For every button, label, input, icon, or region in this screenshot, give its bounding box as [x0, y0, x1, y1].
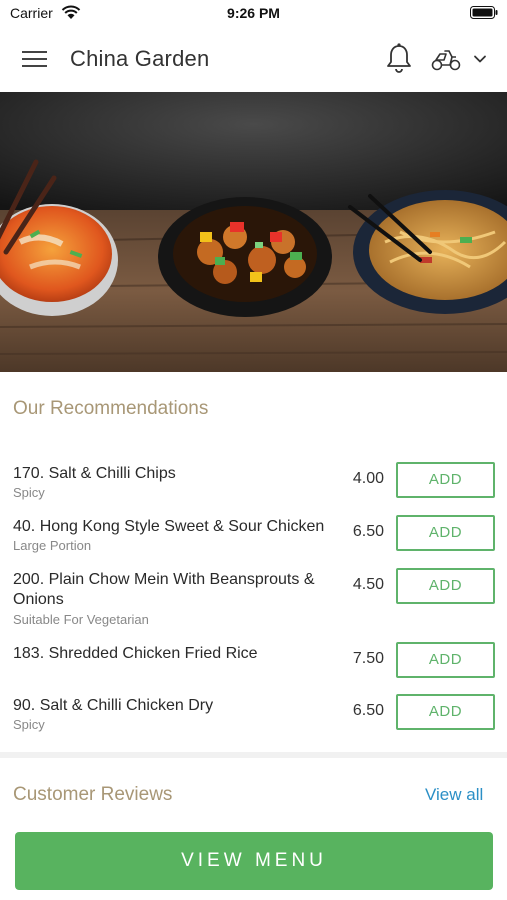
add-button[interactable]: ADD — [396, 462, 495, 498]
restaurant-title: China Garden — [70, 46, 210, 71]
item-price: 4.00 — [352, 470, 384, 487]
view-all-reviews-link[interactable]: View all — [425, 785, 483, 805]
item-price: 6.50 — [352, 523, 384, 540]
hamburger-menu-icon[interactable] — [22, 49, 48, 69]
view-menu-button[interactable]: VIEW MENU — [15, 832, 493, 890]
scooter-icon[interactable] — [430, 46, 462, 72]
add-button[interactable]: ADD — [396, 515, 495, 551]
item-note: Spicy — [13, 485, 45, 500]
item-price: 4.50 — [352, 576, 384, 593]
item-name: 200. Plain Chow Mein With Beansprouts & … — [13, 571, 315, 608]
status-bar: Carrier 9:26 PM — [0, 0, 507, 26]
item-name: 183. Shredded Chicken Fried Rice — [13, 645, 258, 662]
bell-icon[interactable] — [385, 42, 413, 74]
chevron-down-icon[interactable] — [472, 53, 488, 65]
clock-time: 9:26 PM — [227, 5, 280, 21]
battery-icon — [470, 6, 498, 19]
app-header: China Garden — [0, 26, 507, 92]
item-note: Large Portion — [13, 538, 92, 553]
item-name: 40. Hong Kong Style Sweet & Sour Chicken — [13, 518, 325, 535]
reviews-heading: Customer Reviews — [13, 784, 173, 805]
add-button[interactable]: ADD — [396, 694, 495, 730]
add-button[interactable]: ADD — [396, 642, 495, 678]
add-button[interactable]: ADD — [396, 568, 495, 604]
item-name: 90. Salt & Chilli Chicken Dry — [13, 697, 214, 714]
item-name: 170. Salt & Chilli Chips — [13, 465, 176, 482]
hero-food-image — [0, 92, 507, 372]
section-divider — [0, 752, 507, 758]
item-price: 6.50 — [352, 702, 384, 719]
item-price: 7.50 — [352, 650, 384, 667]
item-note: Spicy — [13, 717, 45, 732]
item-note: Suitable For Vegetarian — [13, 612, 149, 627]
recommendations-heading: Our Recommendations — [13, 398, 209, 419]
